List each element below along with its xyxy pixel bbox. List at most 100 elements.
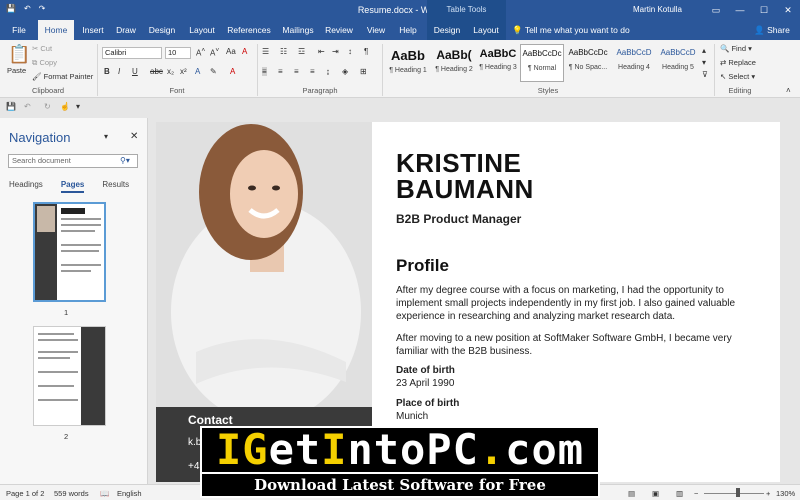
language[interactable]: English — [117, 489, 142, 498]
touch-mode-icon[interactable]: ☝ — [60, 102, 70, 111]
style-heading-4[interactable]: AaBbCcD Heading 4 — [612, 44, 656, 82]
bullets-icon[interactable]: ☰ — [262, 47, 269, 56]
styles-scroll-up-icon[interactable]: ▴ — [702, 46, 706, 55]
tab-table-design[interactable]: Design — [429, 20, 465, 40]
bold-icon[interactable]: B — [104, 67, 110, 76]
style-heading-1[interactable]: AaBb ¶ Heading 1 — [386, 44, 430, 82]
nav-options-icon[interactable]: ▾ — [104, 132, 108, 141]
tab-table-layout[interactable]: Layout — [468, 20, 504, 40]
undo-icon[interactable]: ↶ — [24, 102, 31, 111]
tab-layout[interactable]: Layout — [184, 20, 220, 40]
paste-icon[interactable]: 📋 — [8, 44, 30, 65]
tab-help[interactable]: Help — [394, 20, 422, 40]
tab-home[interactable]: Home — [38, 20, 74, 40]
styles-more-icon[interactable]: ⊽ — [702, 70, 708, 79]
font-name-box[interactable]: Calibri — [102, 47, 162, 59]
page-thumbnail-2[interactable] — [33, 326, 106, 426]
style-heading-2[interactable]: AaBb( ¶ Heading 2 — [432, 44, 476, 82]
tab-design[interactable]: Design — [144, 20, 180, 40]
increase-indent-icon[interactable]: ⇥ — [332, 47, 339, 56]
borders-icon[interactable]: ⊞ — [360, 67, 367, 76]
text-effects-icon[interactable]: A — [195, 67, 200, 76]
tab-review[interactable]: Review — [322, 20, 356, 40]
align-left-icon[interactable]: ≡ — [262, 67, 267, 76]
shading-icon[interactable]: ◈ — [342, 67, 348, 76]
zoom-level[interactable]: 130% — [776, 489, 795, 498]
print-layout-icon[interactable]: ▣ — [652, 489, 659, 498]
tab-draw[interactable]: Draw — [112, 20, 140, 40]
collapse-ribbon-icon[interactable]: ˄ — [786, 86, 791, 95]
redo-icon[interactable]: ↻ — [44, 102, 51, 111]
user-name[interactable]: Martin Kotulla — [633, 5, 682, 14]
nav-tab-results[interactable]: Results — [102, 180, 129, 193]
multilevel-list-icon[interactable]: ☲ — [298, 47, 305, 56]
replace-button[interactable]: ⇄ Replace — [720, 58, 756, 67]
styles-scroll-down-icon[interactable]: ▾ — [702, 58, 706, 67]
web-layout-icon[interactable]: ▥ — [676, 489, 683, 498]
align-right-icon[interactable]: ≡ — [294, 67, 299, 76]
save-icon[interactable]: 💾 — [6, 102, 16, 111]
face-shape — [230, 150, 298, 238]
thumb-line — [61, 224, 101, 226]
zoom-in-icon[interactable]: + — [766, 489, 770, 498]
search-icon[interactable]: ⚲▾ — [120, 156, 130, 165]
tab-file[interactable]: File — [4, 20, 34, 40]
minimize-icon[interactable]: — — [728, 0, 752, 20]
subscript-icon[interactable]: x₂ — [167, 67, 174, 76]
font-size-box[interactable]: 10 — [165, 47, 191, 59]
nav-tab-pages[interactable]: Pages — [60, 180, 85, 193]
justify-icon[interactable]: ≡ — [310, 67, 315, 76]
tab-mailings[interactable]: Mailings — [278, 20, 318, 40]
profile-paragraph-1: After my degree course with a focus on m… — [396, 285, 736, 322]
find-button[interactable]: 🔍 Find ▾ — [720, 44, 752, 53]
format-painter-button[interactable]: 🖌 Format Painter — [32, 72, 93, 81]
change-case-icon[interactable]: Aa — [226, 47, 236, 56]
page-count[interactable]: Page 1 of 2 — [6, 489, 44, 498]
line-spacing-icon[interactable]: ↨ — [326, 67, 330, 76]
tell-me-box[interactable]: 💡 Tell me what you want to do — [512, 20, 630, 40]
sort-icon[interactable]: ↕ — [348, 47, 352, 56]
close-icon[interactable]: ✕ — [776, 0, 800, 20]
zoom-out-icon[interactable]: − — [694, 489, 698, 498]
share-button[interactable]: 👤 Share — [752, 20, 792, 40]
font-color-icon[interactable]: A — [230, 67, 235, 76]
numbering-icon[interactable]: ☷ — [280, 47, 287, 56]
nav-tab-headings[interactable]: Headings — [9, 180, 43, 193]
underline-icon[interactable]: U — [132, 67, 138, 76]
style-normal[interactable]: AaBbCcDc ¶ Normal — [520, 44, 564, 82]
strikethrough-icon[interactable]: abc — [150, 67, 163, 76]
paste-button[interactable]: Paste — [7, 66, 26, 75]
ribbon-display-icon[interactable]: ▭ — [704, 0, 728, 20]
style-heading-5[interactable]: AaBbCcD Heading 5 — [656, 44, 700, 82]
tab-insert[interactable]: Insert — [78, 20, 108, 40]
zoom-slider-handle[interactable] — [736, 488, 740, 497]
nav-close-icon[interactable]: ✕ — [130, 131, 138, 142]
maximize-icon[interactable]: ☐ — [752, 0, 776, 20]
cut-button[interactable]: ✂ Cut — [32, 44, 52, 53]
italic-icon[interactable]: I — [118, 67, 120, 76]
zoom-slider[interactable] — [704, 493, 764, 494]
ribbon: 📋 Paste ✂ Cut ⧉ Copy 🖌 Format Painter Cl… — [0, 40, 800, 98]
style-no-spacing[interactable]: AaBbCcDc ¶ No Spac... — [566, 44, 610, 82]
select-button[interactable]: ↖ Select ▾ — [720, 72, 755, 81]
clear-formatting-icon[interactable]: A — [242, 47, 247, 56]
grow-font-icon[interactable]: A˄ — [196, 47, 205, 58]
align-center-icon[interactable]: ≡ — [278, 67, 283, 76]
tab-references[interactable]: References — [224, 20, 274, 40]
shrink-font-icon[interactable]: A˅ — [210, 47, 219, 58]
style-name: Heading 5 — [662, 64, 694, 71]
superscript-icon[interactable]: x² — [180, 67, 187, 76]
tab-view[interactable]: View — [362, 20, 390, 40]
pilcrow-icon[interactable]: ¶ — [364, 47, 368, 56]
highlight-icon[interactable]: ✎ — [210, 67, 217, 76]
proofing-icon[interactable]: 📖 — [100, 489, 109, 498]
search-input[interactable]: Search document — [8, 154, 138, 168]
copy-button[interactable]: ⧉ Copy — [32, 58, 57, 68]
customize-toolbar-icon[interactable]: ▾ — [76, 102, 80, 111]
decrease-indent-icon[interactable]: ⇤ — [318, 47, 325, 56]
page-thumbnail-1[interactable] — [33, 202, 106, 302]
read-mode-icon[interactable]: ▤ — [628, 489, 635, 498]
style-heading-3[interactable]: AaBbC ¶ Heading 3 — [476, 44, 520, 82]
word-count[interactable]: 559 words — [54, 489, 89, 498]
style-sample: AaBbCcD — [616, 48, 652, 57]
